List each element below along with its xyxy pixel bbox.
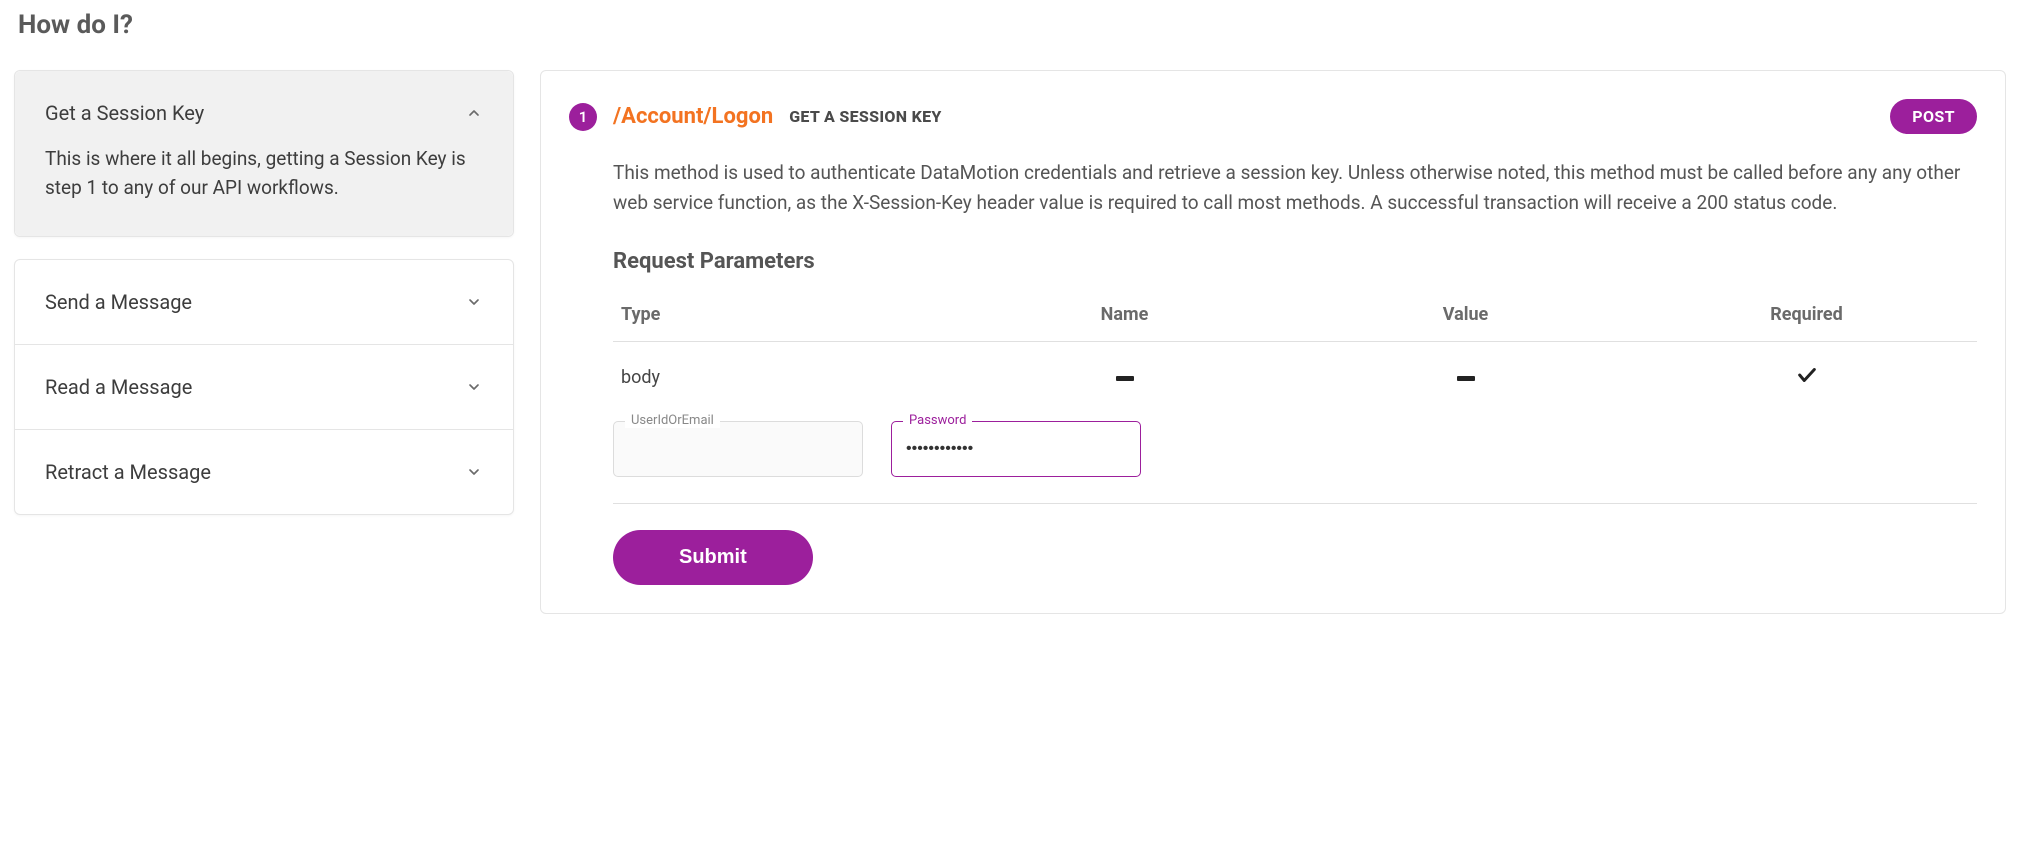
accordion-group-collapsed: Send a Message Read a Message Retract a …: [14, 259, 514, 515]
table-row: body: [613, 341, 1977, 413]
chevron-down-icon: [465, 293, 483, 311]
endpoint-subtitle: GET A SESSION KEY: [789, 107, 941, 126]
cell-required: [1636, 341, 1977, 413]
cell-type: body: [613, 341, 954, 413]
password-input[interactable]: [891, 421, 1141, 477]
submit-button[interactable]: Submit: [613, 530, 813, 585]
form-row: UserIdOrEmail Password: [613, 413, 1977, 504]
check-icon: [1796, 364, 1818, 386]
userid-field: UserIdOrEmail: [613, 421, 863, 477]
http-method-pill: POST: [1890, 99, 1977, 134]
accordion-header-retract-message[interactable]: Retract a Message: [15, 430, 513, 514]
sidebar: Get a Session Key This is where it all b…: [14, 70, 514, 515]
step-badge: 1: [569, 103, 597, 131]
col-value: Value: [1295, 292, 1636, 342]
accordion-panel-send-message: Send a Message: [15, 260, 513, 344]
cell-name: [954, 341, 1295, 413]
accordion-label: Send a Message: [45, 290, 192, 314]
cell-value: [1295, 341, 1636, 413]
api-header: 1 /Account/Logon GET A SESSION KEY POST: [569, 99, 1977, 134]
col-name: Name: [954, 292, 1295, 342]
accordion-panel-retract-message: Retract a Message: [15, 429, 513, 514]
accordion-header-send-message[interactable]: Send a Message: [15, 260, 513, 344]
chevron-up-icon: [465, 104, 483, 122]
accordion-label: Retract a Message: [45, 460, 211, 484]
userid-label: UserIdOrEmail: [625, 413, 720, 428]
accordion-label: Get a Session Key: [45, 101, 204, 125]
accordion-label: Read a Message: [45, 375, 192, 399]
endpoint-path: /Account/Logon: [613, 104, 773, 129]
accordion-body: This is where it all begins, getting a S…: [15, 145, 513, 236]
params-table: Type Name Value Required body: [613, 292, 1977, 413]
col-required: Required: [1636, 292, 1977, 342]
accordion-header-read-message[interactable]: Read a Message: [15, 345, 513, 429]
password-label: Password: [903, 413, 972, 428]
accordion-group-expanded: Get a Session Key This is where it all b…: [14, 70, 514, 237]
chevron-down-icon: [465, 378, 483, 396]
page-title: How do I?: [14, 10, 2006, 40]
password-field: Password: [891, 421, 1141, 477]
dash-icon: [1455, 368, 1477, 390]
params-header-row: Type Name Value Required: [613, 292, 1977, 342]
api-panel: 1 /Account/Logon GET A SESSION KEY POST …: [540, 70, 2006, 614]
request-params-heading: Request Parameters: [613, 249, 1977, 274]
accordion-panel-read-message: Read a Message: [15, 344, 513, 429]
col-type: Type: [613, 292, 954, 342]
chevron-down-icon: [465, 463, 483, 481]
accordion-header-session-key[interactable]: Get a Session Key: [15, 71, 513, 145]
endpoint-description: This method is used to authenticate Data…: [613, 158, 1977, 219]
accordion-panel-session-key: Get a Session Key This is where it all b…: [15, 71, 513, 236]
userid-input[interactable]: [613, 421, 863, 477]
dash-icon: [1114, 368, 1136, 390]
